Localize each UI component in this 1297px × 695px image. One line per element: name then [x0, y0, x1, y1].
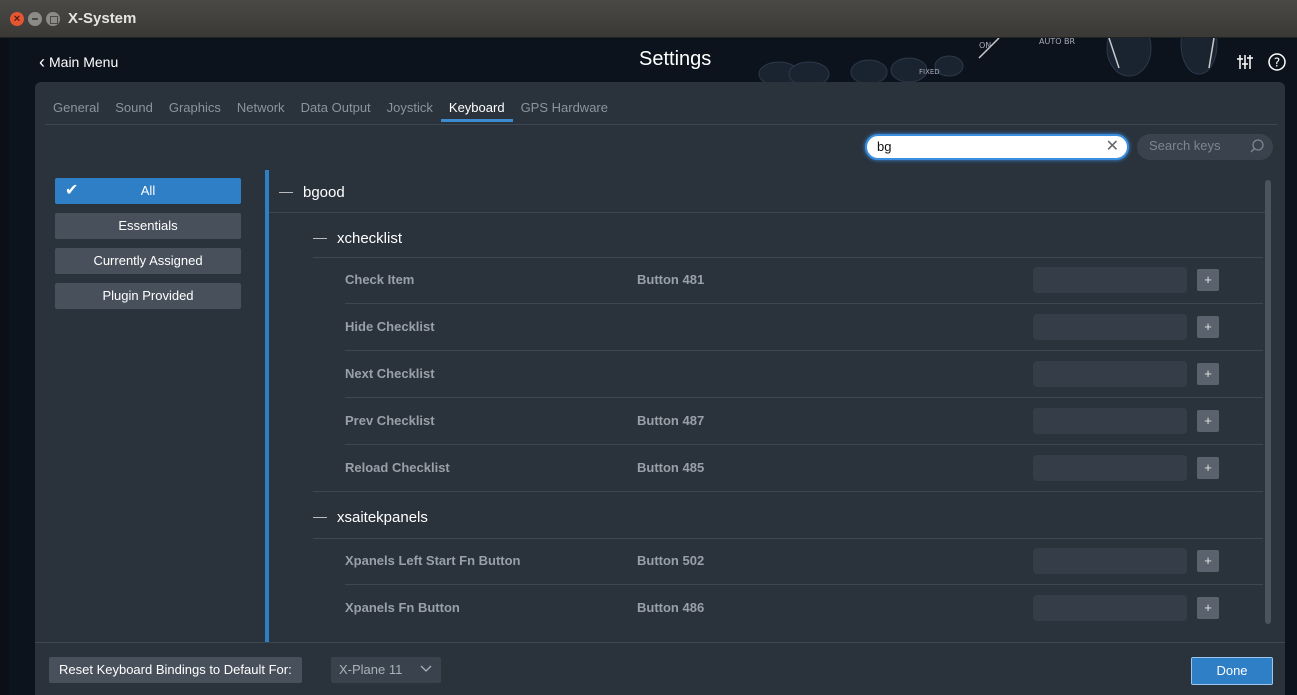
- collapse-dash-icon: [279, 192, 293, 193]
- tab-sound[interactable]: Sound: [107, 100, 161, 122]
- command-name: Check Item: [345, 272, 415, 287]
- tab-data-output[interactable]: Data Output: [293, 100, 379, 122]
- table-row: Hide Checklist +: [269, 304, 1265, 350]
- chevron-left-icon: ‹: [39, 52, 45, 72]
- window-title: X-System: [68, 10, 137, 27]
- filter-label: Essentials: [118, 218, 178, 233]
- checkmark-icon: ✔: [65, 182, 79, 199]
- add-binding-button[interactable]: +: [1197, 457, 1219, 479]
- binding-field[interactable]: [1033, 267, 1187, 293]
- bg-label-on: ON: [979, 41, 991, 50]
- tab-network[interactable]: Network: [229, 100, 293, 122]
- settings-tabs: General Sound Graphics Network Data Outp…: [45, 100, 616, 122]
- command-name: Next Checklist: [345, 366, 435, 381]
- binding-field[interactable]: [1033, 595, 1187, 621]
- tab-graphics[interactable]: Graphics: [161, 100, 229, 122]
- chevron-down-icon: [420, 665, 432, 672]
- tab-general[interactable]: General: [45, 100, 107, 122]
- table-row: Check Item Button 481 +: [269, 257, 1265, 303]
- table-row: Xpanels Left Start Fn Button Button 502 …: [269, 538, 1265, 584]
- collapse-dash-icon: [313, 517, 327, 518]
- filter-plugin-provided-button[interactable]: Plugin Provided: [55, 283, 241, 309]
- main-menu-label: Main Menu: [49, 54, 119, 70]
- page-title: Settings: [639, 48, 712, 70]
- help-icon[interactable]: ?: [1267, 52, 1287, 72]
- divider: [313, 491, 1263, 492]
- bg-label-auto: AUTO BR: [1039, 38, 1076, 46]
- filter-list: ✔ All Essentials Currently Assigned Plug…: [55, 178, 241, 318]
- add-binding-button[interactable]: +: [1197, 597, 1219, 619]
- app-window: ON AUTO BR FIXED STABLE ‹ Main Menu Sett…: [9, 38, 1297, 695]
- command-binding: Button 481: [637, 272, 705, 287]
- add-binding-button[interactable]: +: [1197, 410, 1219, 432]
- table-row: Reload Checklist Button 485 +: [269, 445, 1265, 491]
- group-title: xchecklist: [337, 230, 403, 247]
- binding-field[interactable]: [1033, 455, 1187, 481]
- add-binding-button[interactable]: +: [1197, 269, 1219, 291]
- done-button[interactable]: Done: [1191, 657, 1273, 685]
- tab-keyboard[interactable]: Keyboard: [440, 100, 513, 122]
- table-row: Prev Checklist Button 487 +: [269, 398, 1265, 444]
- tab-joystick[interactable]: Joystick: [379, 100, 441, 122]
- list-scrollbar[interactable]: [1265, 180, 1271, 624]
- command-binding: Button 486: [637, 600, 705, 615]
- tabs-divider: [45, 124, 1277, 125]
- binding-field[interactable]: [1033, 548, 1187, 574]
- table-row: Next Checklist +: [269, 351, 1265, 397]
- command-name: Reload Checklist: [345, 460, 450, 475]
- bg-label-fixed: FIXED: [919, 68, 940, 76]
- maximize-window-button[interactable]: [46, 12, 60, 26]
- divider: [269, 212, 1265, 213]
- tab-gps-hardware[interactable]: GPS Hardware: [513, 100, 616, 122]
- filter-essentials-button[interactable]: Essentials: [55, 213, 241, 239]
- window-titlebar: × X-System: [0, 0, 1297, 38]
- header-icons: ?: [1235, 52, 1287, 72]
- svg-text:?: ?: [1274, 56, 1280, 70]
- command-name: Hide Checklist: [345, 319, 435, 334]
- minimize-window-button[interactable]: [28, 12, 42, 26]
- settings-panel: General Sound Graphics Network Data Outp…: [35, 82, 1285, 695]
- filter-label: Plugin Provided: [102, 288, 194, 303]
- command-binding: Button 487: [637, 413, 705, 428]
- binding-field[interactable]: [1033, 314, 1187, 340]
- add-binding-button[interactable]: +: [1197, 363, 1219, 385]
- group-header-xchecklist[interactable]: xchecklist: [313, 230, 402, 247]
- main-menu-back-button[interactable]: ‹ Main Menu: [39, 52, 119, 72]
- add-binding-button[interactable]: +: [1197, 550, 1219, 572]
- footer-bar: Reset Keyboard Bindings to Default For: …: [35, 642, 1285, 695]
- binding-field[interactable]: [1033, 361, 1187, 387]
- reset-preset-select[interactable]: X-Plane 11: [331, 657, 441, 683]
- filter-all-button[interactable]: ✔ All: [55, 178, 241, 204]
- group-title: xsaitekpanels: [337, 509, 428, 526]
- search-keys-field[interactable]: [1137, 134, 1273, 160]
- command-name: Xpanels Left Start Fn Button: [345, 553, 521, 568]
- command-search-input[interactable]: [877, 139, 1097, 154]
- command-search-field[interactable]: ✕: [865, 134, 1129, 160]
- reset-preset-value: X-Plane 11: [339, 662, 403, 677]
- command-name: Xpanels Fn Button: [345, 600, 460, 615]
- group-header-bgood[interactable]: bgood: [279, 184, 345, 201]
- command-binding: Button 502: [637, 553, 705, 568]
- command-binding: Button 485: [637, 460, 705, 475]
- add-binding-button[interactable]: +: [1197, 316, 1219, 338]
- command-list: bgood xchecklist Check Item Button 481 +…: [265, 170, 1265, 675]
- search-icon: [1250, 139, 1264, 153]
- search-keys-input[interactable]: [1149, 138, 1245, 153]
- collapse-dash-icon: [313, 238, 327, 239]
- group-title: bgood: [303, 184, 345, 201]
- filter-label: Currently Assigned: [93, 253, 203, 268]
- command-name: Prev Checklist: [345, 413, 435, 428]
- group-header-xsaitekpanels[interactable]: xsaitekpanels: [313, 509, 428, 526]
- close-window-button[interactable]: ×: [10, 12, 24, 26]
- filter-currently-assigned-button[interactable]: Currently Assigned: [55, 248, 241, 274]
- table-row: Xpanels Fn Button Button 486 +: [269, 585, 1265, 631]
- sliders-icon[interactable]: [1235, 52, 1255, 72]
- filter-label: All: [140, 183, 156, 198]
- reset-bindings-button[interactable]: Reset Keyboard Bindings to Default For:: [49, 657, 302, 683]
- clear-search-icon[interactable]: ✕: [1106, 139, 1119, 155]
- binding-field[interactable]: [1033, 408, 1187, 434]
